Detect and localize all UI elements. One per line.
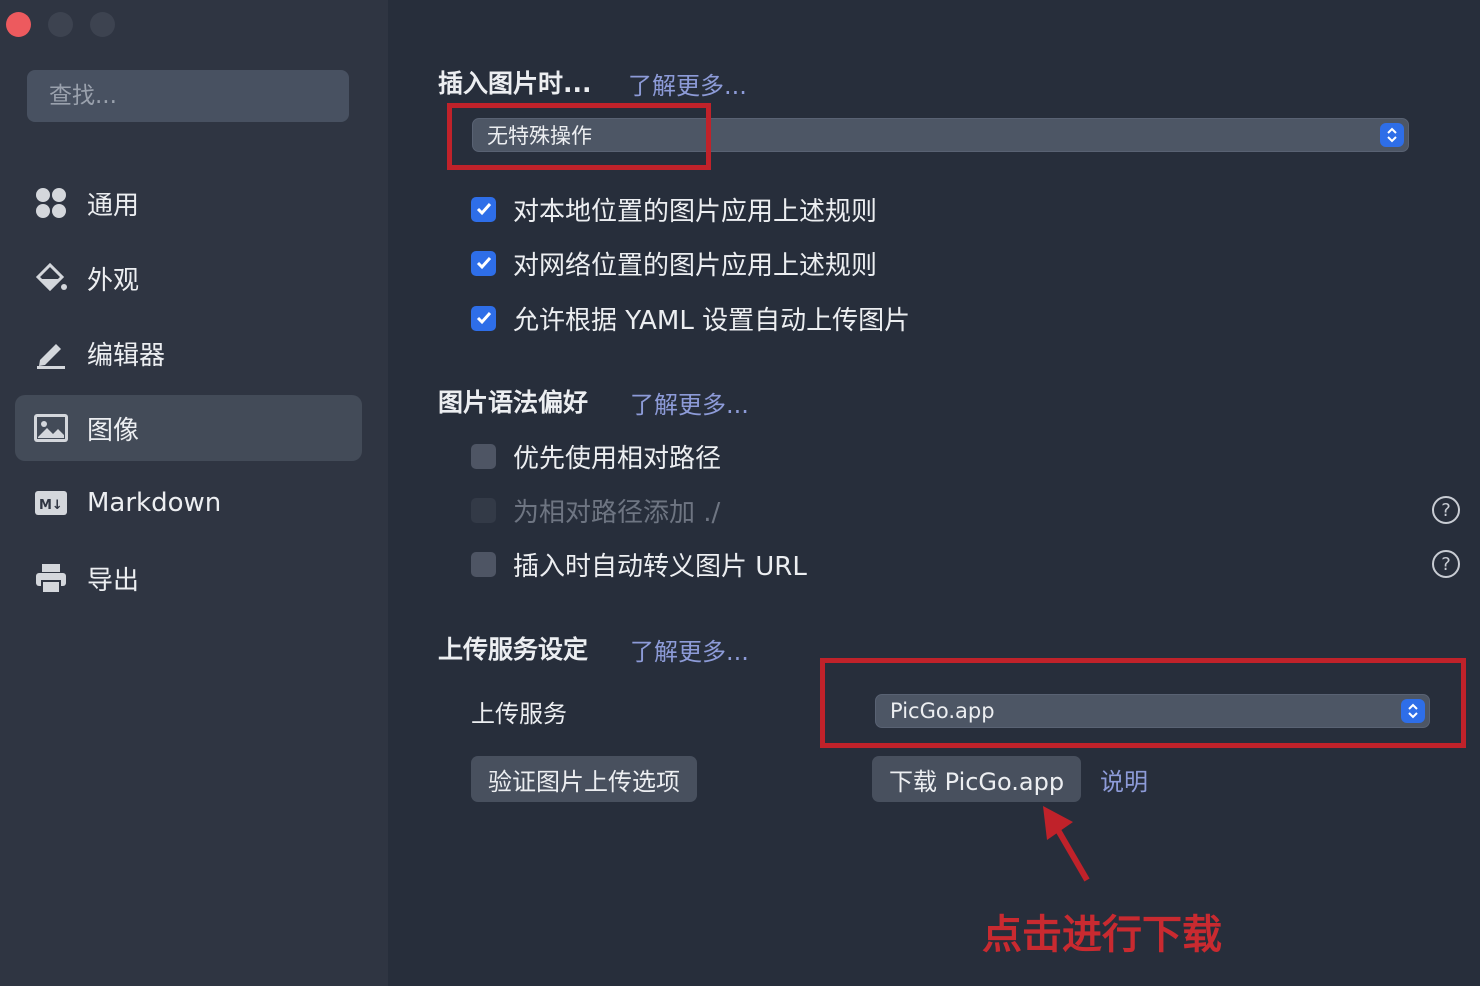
sidebar-item-label: 导出 — [87, 565, 140, 596]
upload-service-label: 上传服务 — [471, 700, 567, 728]
sidebar-item-general[interactable]: 通用 — [15, 170, 362, 236]
close-window-button[interactable] — [6, 12, 31, 37]
annotation-arrow-icon — [1043, 806, 1090, 882]
yaml-auto-upload-option[interactable]: 允许根据 YAML 设置自动上传图片 — [471, 300, 910, 336]
yaml-auto-upload-checkbox[interactable] — [471, 305, 496, 331]
sidebar: 通用 外观 编辑器 图像 M↓ Markdown 导出 — [0, 0, 388, 986]
sidebar-item-editor[interactable]: 编辑器 — [15, 320, 362, 386]
sidebar-item-label: 通用 — [87, 190, 140, 221]
upload-learn-more-link[interactable]: 了解更多... — [630, 632, 749, 667]
grid-icon — [33, 185, 69, 221]
insert-image-learn-more-link[interactable]: 了解更多... — [628, 66, 747, 101]
image-icon — [33, 410, 69, 446]
add-dot-slash-checkbox — [471, 497, 496, 523]
maximize-window-button[interactable] — [90, 12, 115, 37]
help-icon[interactable]: ? — [1432, 550, 1460, 578]
apply-network-label: 对网络位置的图片应用上述规则 — [513, 250, 878, 281]
image-syntax-title: 图片语法偏好 — [438, 388, 589, 417]
sidebar-item-appearance[interactable]: 外观 — [15, 245, 362, 311]
yaml-auto-upload-label: 允许根据 YAML 设置自动上传图片 — [513, 305, 911, 336]
apply-local-label: 对本地位置的图片应用上述规则 — [513, 196, 878, 227]
sidebar-item-export[interactable]: 导出 — [15, 545, 362, 611]
printer-icon — [33, 560, 69, 596]
apply-network-checkbox[interactable] — [471, 250, 496, 276]
annotation-box-insert-select — [447, 103, 711, 170]
insert-image-title: 插入图片时... — [438, 69, 592, 98]
search-input[interactable] — [27, 70, 349, 122]
apply-local-checkbox[interactable] — [471, 196, 496, 222]
sidebar-item-image[interactable]: 图像 — [15, 395, 362, 461]
annotation-box-upload-service — [820, 658, 1466, 748]
paint-bucket-icon — [33, 260, 69, 296]
chevron-up-down-icon — [1380, 123, 1404, 147]
sidebar-item-label: 图像 — [87, 415, 140, 446]
sidebar-item-label: 外观 — [87, 265, 140, 296]
add-dot-slash-option: 为相对路径添加 ./ — [471, 492, 720, 528]
download-picgo-button[interactable]: 下载 PicGo.app — [872, 756, 1082, 802]
pencil-icon — [33, 335, 69, 371]
prefer-relative-path-label: 优先使用相对路径 — [513, 443, 722, 474]
svg-text:M↓: M↓ — [39, 498, 63, 513]
markdown-icon: M↓ — [33, 485, 69, 521]
prefer-relative-path-option[interactable]: 优先使用相对路径 — [471, 438, 721, 474]
add-dot-slash-label: 为相对路径添加 ./ — [513, 497, 721, 528]
help-icon[interactable]: ? — [1432, 496, 1460, 524]
sidebar-item-label: 编辑器 — [87, 340, 166, 371]
verify-upload-button[interactable]: 验证图片上传选项 — [471, 756, 697, 802]
explain-link[interactable]: 说明 — [1100, 762, 1148, 797]
prefer-relative-path-checkbox[interactable] — [471, 443, 496, 469]
escape-url-checkbox[interactable] — [471, 551, 496, 577]
minimize-window-button[interactable] — [48, 12, 73, 37]
sidebar-item-label: Markdown — [87, 488, 222, 518]
image-syntax-learn-more-link[interactable]: 了解更多... — [630, 385, 749, 420]
escape-url-label: 插入时自动转义图片 URL — [513, 551, 807, 582]
annotation-text: 点击进行下载 — [982, 912, 1222, 958]
escape-url-option[interactable]: 插入时自动转义图片 URL — [471, 546, 807, 582]
apply-local-option[interactable]: 对本地位置的图片应用上述规则 — [471, 191, 877, 227]
upload-title: 上传服务设定 — [438, 635, 589, 664]
sidebar-item-markdown[interactable]: M↓ Markdown — [15, 470, 362, 536]
apply-network-option[interactable]: 对网络位置的图片应用上述规则 — [471, 245, 877, 281]
